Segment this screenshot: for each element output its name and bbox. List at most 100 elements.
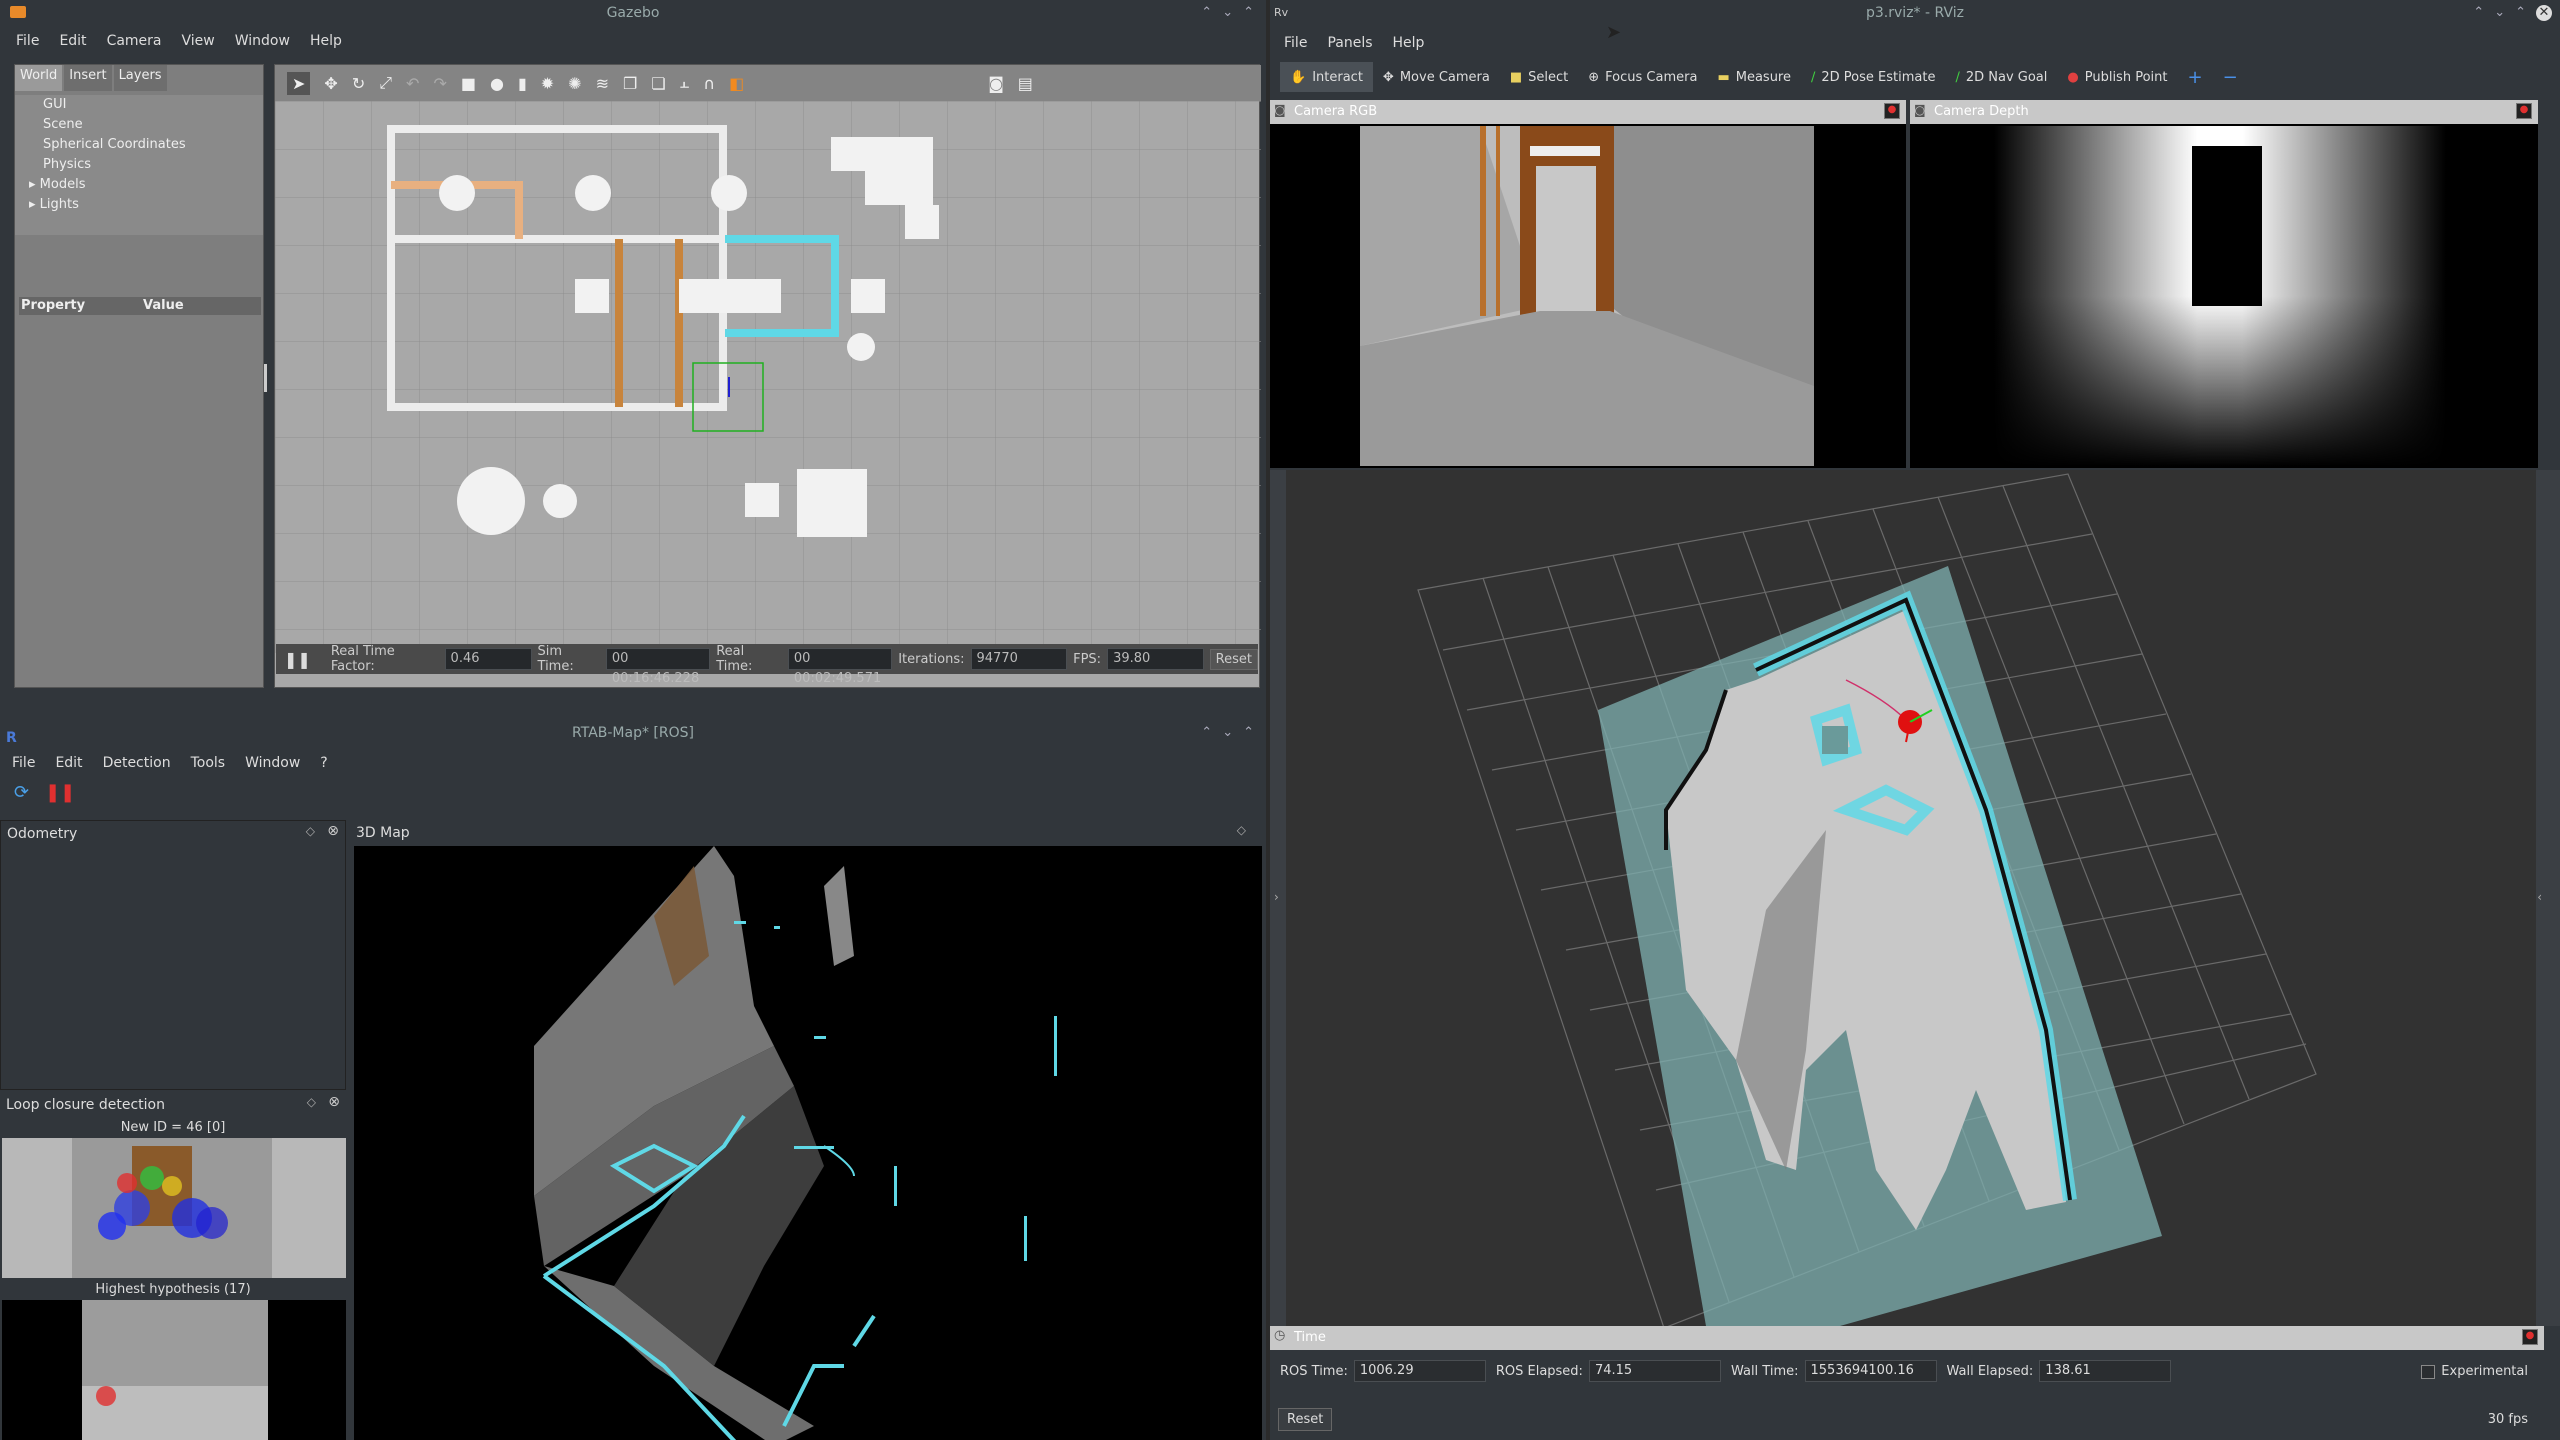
remove-tool-button[interactable]: −: [2213, 62, 2248, 92]
keep-above-icon[interactable]: ⌃: [1201, 0, 1212, 26]
menu-file[interactable]: File: [6, 33, 49, 49]
menu-window[interactable]: Window: [235, 755, 310, 771]
box-icon[interactable]: ■: [461, 74, 476, 93]
cylinder-icon[interactable]: ▮: [518, 74, 527, 93]
pause-icon[interactable]: ❚❚: [284, 650, 311, 669]
float-icon[interactable]: ◇: [1237, 823, 1246, 837]
copy-icon[interactable]: ❐: [623, 74, 637, 93]
select-mode-icon[interactable]: ➤: [287, 71, 311, 95]
tree-item-physics[interactable]: Physics: [15, 155, 263, 175]
tool-focus-camera[interactable]: ⊕ Focus Camera: [1578, 62, 1707, 92]
tab-insert[interactable]: Insert: [64, 65, 112, 91]
translate-icon[interactable]: ✥: [324, 74, 337, 93]
tool-move-camera[interactable]: ✥ Move Camera: [1373, 62, 1500, 92]
tool-select[interactable]: ■ Select: [1500, 62, 1578, 92]
menu-detection[interactable]: Detection: [93, 755, 181, 771]
menu-file[interactable]: File: [1274, 35, 1317, 51]
float-icon[interactable]: ◇: [306, 824, 315, 838]
experimental-toggle[interactable]: Experimental: [2421, 1364, 2528, 1379]
new-image: [2, 1138, 346, 1278]
maximize-icon[interactable]: ⌃: [1243, 0, 1254, 26]
change-view-icon[interactable]: ◧: [729, 74, 744, 93]
redo-icon[interactable]: ↷: [433, 74, 446, 93]
menu-panels[interactable]: Panels: [1317, 35, 1382, 51]
close-panel-icon[interactable]: ●: [2516, 103, 2532, 119]
snap-icon[interactable]: ∩: [703, 74, 715, 93]
tool-publish-point[interactable]: ● Publish Point: [2057, 62, 2177, 92]
door-left: [615, 239, 623, 407]
directional-light-icon[interactable]: ≋: [596, 74, 609, 93]
refresh-icon[interactable]: ⟳: [14, 782, 29, 803]
minimize-icon[interactable]: ⌄: [1222, 0, 1233, 26]
collapse-left-icon[interactable]: ›: [1274, 890, 1279, 904]
tree-item-scene[interactable]: Scene: [15, 115, 263, 135]
close-panel-icon[interactable]: ●: [2522, 1329, 2538, 1345]
float-icon[interactable]: ◇: [307, 1095, 316, 1109]
undo-icon[interactable]: ↶: [406, 74, 419, 93]
tree-item-lights[interactable]: ▸ Lights: [15, 195, 263, 215]
camera-depth-title: Camera Depth: [1934, 104, 2029, 119]
rviz-reset-button[interactable]: Reset: [1278, 1408, 1333, 1431]
gazebo-scene[interactable]: [275, 101, 1261, 653]
close-icon[interactable]: ⊗: [328, 1094, 340, 1110]
menu-edit[interactable]: Edit: [49, 33, 96, 49]
keep-above-icon[interactable]: ⌃: [1201, 720, 1212, 746]
pose-estimate-icon: ∕: [1810, 69, 1816, 85]
point-light-icon[interactable]: ✹: [541, 74, 554, 93]
menu-file[interactable]: File: [2, 755, 45, 771]
gazebo-app-icon: [10, 6, 26, 18]
spot-light-icon[interactable]: ✺: [568, 74, 581, 93]
menu-view[interactable]: View: [172, 33, 225, 49]
menu-help[interactable]: Help: [300, 33, 352, 49]
tree-item-gui[interactable]: GUI: [15, 95, 263, 115]
map3d-view[interactable]: [354, 846, 1262, 1440]
keep-above-icon[interactable]: ⌃: [2473, 0, 2484, 26]
tool-2d-nav-goal[interactable]: ∕ 2D Nav Goal: [1945, 62, 2057, 92]
menu-window[interactable]: Window: [225, 33, 300, 49]
experimental-checkbox[interactable]: [2421, 1364, 2436, 1379]
minimize-icon[interactable]: ⌄: [1222, 720, 1233, 746]
tool-2d-pose-estimate[interactable]: ∕ 2D Pose Estimate: [1801, 62, 1945, 92]
menu-tools[interactable]: Tools: [181, 755, 236, 771]
tab-layers[interactable]: Layers: [113, 65, 167, 91]
screenshot-icon[interactable]: ◙: [988, 74, 1004, 93]
camera-depth-image: [1994, 126, 2446, 466]
rviz-window: Rv p3.rviz* - RViz ⌃ ⌄ ⌃ ✕ File Panels H…: [1270, 0, 2560, 1440]
menu-help[interactable]: Help: [1383, 35, 1435, 51]
splitter-handle[interactable]: [264, 364, 267, 392]
sphere-icon[interactable]: ●: [490, 74, 504, 93]
loop-closure-title: Loop closure detection: [6, 1097, 165, 1113]
maximize-icon[interactable]: ⌃: [2515, 0, 2526, 26]
align-icon[interactable]: ⫠: [680, 73, 690, 93]
wall-time-label: Wall Time:: [1730, 1363, 1799, 1379]
expand-arrow-icon[interactable]: ▸: [29, 177, 40, 192]
time-panel: ◷ Time ● ROS Time: 1006.29 ROS Elapsed: …: [1270, 1326, 2560, 1440]
expand-arrow-icon[interactable]: ▸: [29, 197, 40, 212]
maximize-icon[interactable]: ⌃: [1243, 720, 1254, 746]
tab-world[interactable]: World: [15, 65, 63, 91]
tool-measure[interactable]: ▬ Measure: [1707, 62, 1801, 92]
menu-help[interactable]: ?: [310, 755, 337, 771]
tool-interact[interactable]: ✋ Interact: [1280, 62, 1373, 92]
menu-camera[interactable]: Camera: [97, 33, 172, 49]
close-panel-icon[interactable]: ●: [1884, 103, 1900, 119]
menu-edit[interactable]: Edit: [45, 755, 92, 771]
minimize-icon[interactable]: ⌄: [2494, 0, 2505, 26]
gazebo-reset-button[interactable]: Reset: [1209, 648, 1258, 670]
gazebo-toolbar: ➤ ✥ ↻ ⤢ ↶ ↷ ■ ● ▮ ✹ ✺ ≋ ❐ ❏ ⫠ ∩ ◧ ◙ ▤: [275, 65, 1261, 101]
paste-icon[interactable]: ❏: [651, 74, 665, 93]
close-icon[interactable]: ✕: [2536, 5, 2552, 21]
collapse-right-icon[interactable]: ‹: [2537, 890, 2542, 904]
scale-icon[interactable]: ⤢: [379, 73, 392, 93]
gazebo-titlebar: Gazebo ⌃ ⌄ ⌃: [0, 0, 1266, 26]
rotate-icon[interactable]: ↻: [352, 74, 365, 93]
tree-item-spherical[interactable]: Spherical Coordinates: [15, 135, 263, 155]
log-icon[interactable]: ▤: [1018, 74, 1033, 93]
tree-item-models[interactable]: ▸ Models: [15, 175, 263, 195]
rviz-3d-view[interactable]: [1286, 470, 2536, 1326]
pause-red-icon[interactable]: ❚❚: [45, 782, 75, 803]
close-icon[interactable]: ⊗: [327, 823, 339, 839]
rviz-title: p3.rviz* - RViz: [1866, 5, 1964, 21]
gazebo-viewport[interactable]: ➤ ✥ ↻ ⤢ ↶ ↷ ■ ● ▮ ✹ ✺ ≋ ❐ ❏ ⫠ ∩ ◧ ◙ ▤: [274, 64, 1261, 688]
add-tool-button[interactable]: +: [2177, 62, 2212, 92]
